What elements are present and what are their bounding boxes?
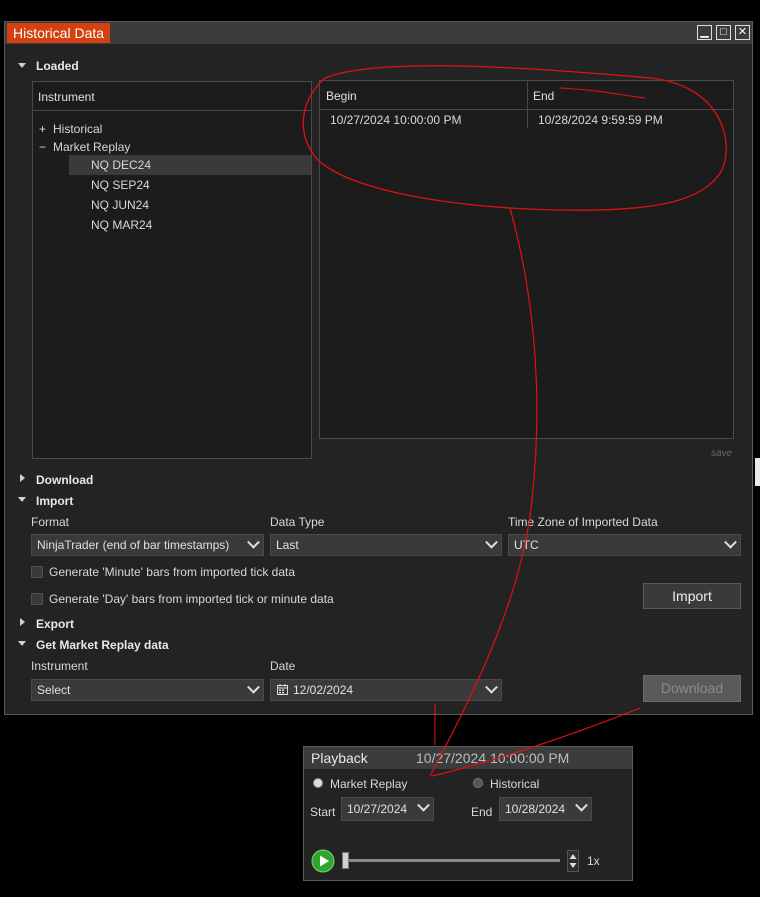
replay-date-picker[interactable]: 12/02/2024	[270, 679, 502, 701]
window-title: Historical Data	[7, 23, 111, 43]
format-label: Format	[31, 515, 70, 529]
header-divider	[33, 110, 311, 111]
collapse-arrow-icon	[18, 641, 26, 646]
tree-item-nq-dec24[interactable]: NQ DEC24	[91, 158, 151, 172]
calendar-icon	[277, 684, 288, 695]
collapse-arrow-icon	[18, 497, 26, 502]
data-type-label: Data Type	[270, 515, 325, 529]
instrument-column-header: Instrument	[38, 90, 95, 104]
import-label: Import	[36, 494, 74, 508]
expand-icon: +	[39, 122, 47, 136]
maximize-button[interactable]: □	[716, 25, 731, 40]
replay-data-label: Get Market Replay data	[36, 638, 169, 652]
minute-bars-checkbox[interactable]	[31, 566, 43, 578]
download-label: Download	[36, 473, 94, 487]
speed-stepper[interactable]	[567, 850, 579, 872]
cell-divider	[527, 110, 528, 128]
chevron-down-icon	[724, 535, 737, 549]
market-replay-radio[interactable]	[313, 778, 323, 788]
replay-date-value: 12/02/2024	[293, 683, 354, 697]
data-type-value: Last	[276, 538, 299, 552]
playback-window: Playback 10/27/2024 10:00:00 PM Market R…	[303, 746, 633, 881]
day-bars-label: Generate 'Day' bars from imported tick o…	[49, 592, 334, 606]
chevron-down-icon	[575, 798, 588, 812]
tree-item-nq-mar24[interactable]: NQ MAR24	[91, 218, 152, 232]
timezone-dropdown[interactable]: UTC	[508, 534, 741, 556]
replay-date-label: Date	[270, 659, 296, 673]
replay-instrument-value: Select	[37, 683, 71, 697]
start-date-value: 10/27/2024	[347, 802, 408, 816]
edge-artifact	[755, 458, 760, 486]
table-row[interactable]: 10/27/2024 10:00:00 PM 10/28/2024 9:59:5…	[320, 110, 733, 130]
play-icon[interactable]	[311, 849, 335, 873]
playback-slider-track[interactable]	[346, 859, 560, 862]
replay-instrument-dropdown[interactable]: Select	[31, 679, 264, 701]
market-replay-radio-label: Market Replay	[330, 777, 408, 791]
historical-radio-label: Historical	[490, 777, 540, 791]
playback-time: 10/27/2024 10:00:00 PM	[416, 750, 570, 766]
tree-item-market-replay[interactable]: − Market Replay	[39, 140, 130, 154]
playback-title: Playback	[311, 750, 368, 766]
close-button[interactable]: ✕	[735, 25, 750, 40]
start-label: Start	[310, 805, 336, 819]
speed-value: 1x	[587, 854, 600, 868]
minute-bars-label: Generate 'Minute' bars from imported tic…	[49, 565, 296, 579]
expand-arrow-icon	[20, 618, 25, 626]
import-button[interactable]: Import	[643, 583, 741, 609]
export-label: Export	[36, 617, 75, 631]
historical-radio[interactable]	[473, 778, 483, 788]
tree-item-nq-jun24[interactable]: NQ JUN24	[91, 198, 149, 212]
data-type-dropdown[interactable]: Last	[270, 534, 502, 556]
end-date-dropdown[interactable]: 10/28/2024	[499, 797, 592, 821]
end-cell: 10/28/2024 9:59:59 PM	[538, 113, 663, 127]
download-button[interactable]: Download	[643, 675, 741, 702]
loaded-label: Loaded	[36, 59, 79, 73]
tree-item-label: Historical	[53, 122, 103, 136]
start-date-dropdown[interactable]: 10/27/2024	[341, 797, 434, 821]
end-column-header[interactable]: End	[533, 89, 554, 103]
format-dropdown[interactable]: NinjaTrader (end of bar timestamps)	[31, 534, 264, 556]
replay-instrument-label: Instrument	[31, 659, 88, 673]
tree-item-label: Market Replay	[53, 140, 131, 154]
playback-slider-handle[interactable]	[342, 852, 349, 869]
begin-cell: 10/27/2024 10:00:00 PM	[330, 113, 462, 127]
range-table-panel: Begin End 10/27/2024 10:00:00 PM 10/28/2…	[319, 80, 734, 439]
tree-item-nq-sep24[interactable]: NQ SEP24	[91, 178, 150, 192]
chevron-down-icon	[247, 535, 260, 549]
format-value: NinjaTrader (end of bar timestamps)	[37, 538, 230, 552]
chevron-down-icon	[485, 680, 498, 694]
instrument-tree-panel: Instrument + Historical − Market Replay NQ…	[32, 81, 312, 459]
tree-item-historical[interactable]: + Historical	[39, 122, 102, 136]
chevron-down-icon	[417, 798, 430, 812]
collapse-icon: −	[39, 140, 47, 154]
end-label: End	[471, 805, 493, 819]
title-bar[interactable]: Historical Data ▁ □ ✕	[5, 22, 752, 44]
timezone-value: UTC	[514, 538, 539, 552]
day-bars-checkbox[interactable]	[31, 593, 43, 605]
minimize-button[interactable]: ▁	[697, 25, 712, 40]
playback-header: Playback 10/27/2024 10:00:00 PM	[304, 747, 632, 769]
save-link[interactable]: save	[711, 448, 732, 459]
chevron-down-icon	[247, 680, 260, 694]
begin-column-header[interactable]: Begin	[326, 89, 357, 103]
collapse-arrow-icon	[18, 63, 26, 68]
historical-data-window: Historical Data ▁ □ ✕ Loaded Instrument …	[4, 21, 753, 715]
end-date-value: 10/28/2024	[505, 802, 566, 816]
timezone-label: Time Zone of Imported Data	[508, 515, 658, 529]
chevron-down-icon	[485, 535, 498, 549]
expand-arrow-icon	[20, 474, 25, 482]
column-divider	[527, 81, 528, 109]
